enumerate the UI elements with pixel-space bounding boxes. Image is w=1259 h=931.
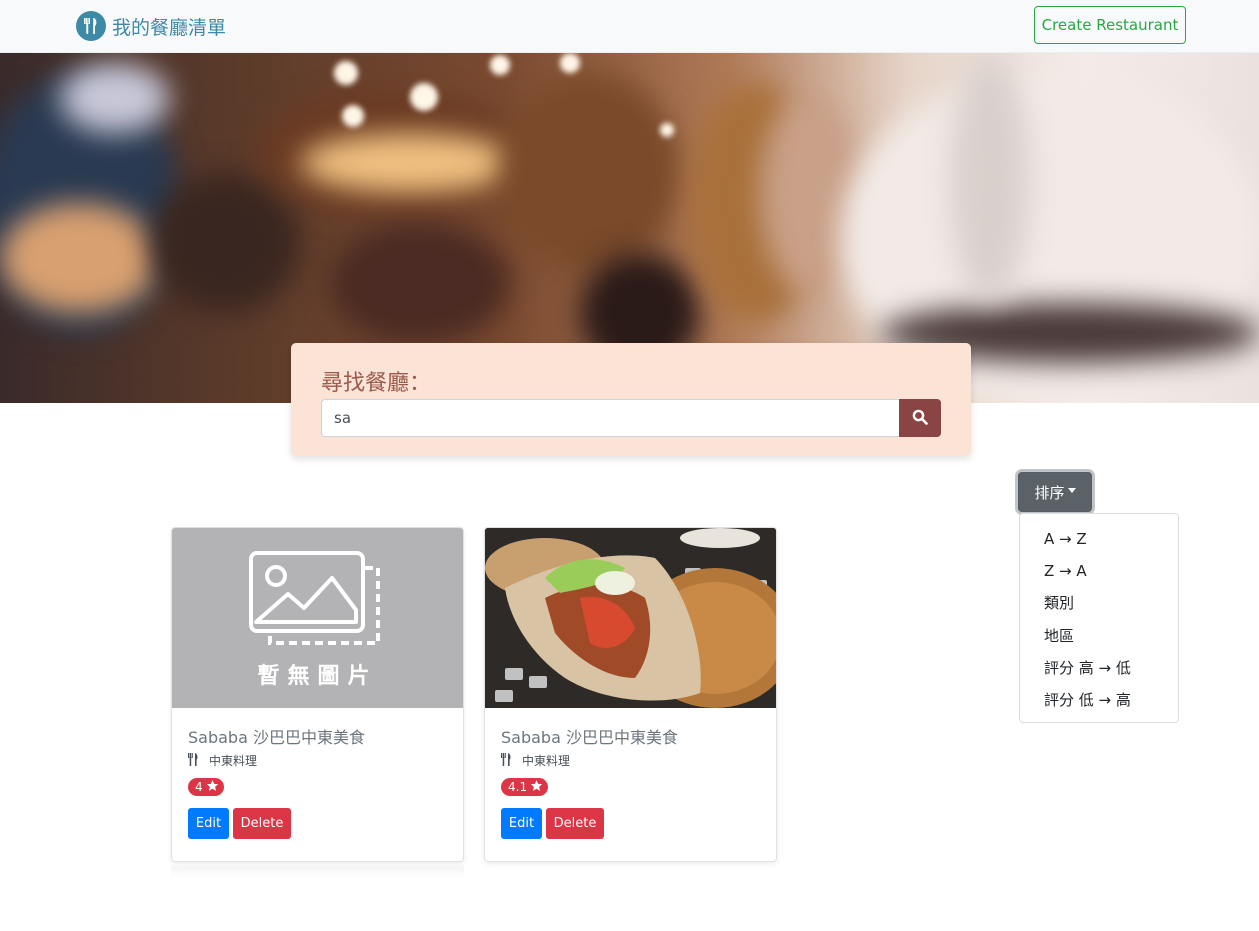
- restaurant-photo: [485, 528, 776, 708]
- search-input[interactable]: [321, 399, 900, 437]
- rating-badge: 4: [188, 778, 224, 796]
- sort-option-rating-asc[interactable]: 評分 低 → 高: [1020, 684, 1178, 716]
- edit-button[interactable]: Edit: [188, 808, 229, 839]
- caret-down-icon: [1067, 487, 1076, 493]
- brand-title: 我的餐廳清單: [112, 16, 227, 39]
- star-icon: [206, 779, 219, 795]
- delete-button[interactable]: Delete: [233, 808, 291, 839]
- sort-dropdown-button[interactable]: 排序: [1018, 472, 1092, 512]
- utensils-icon: [188, 752, 199, 769]
- restaurant-card[interactable]: 暫無圖片 Sababa 沙巴巴中東美食 中東料理 4 Edit Delete: [171, 527, 464, 862]
- category-label: 中東料理: [522, 754, 571, 768]
- sort-dropdown-menu: A → Z Z → A 類別 地區 評分 高 → 低 評分 低 → 高: [1019, 513, 1179, 723]
- search-icon: [912, 409, 928, 428]
- brand-link[interactable]: 我的餐廳清單: [76, 11, 226, 41]
- search-label: 尋找餐廳：: [321, 371, 432, 396]
- restaurant-card[interactable]: Sababa 沙巴巴中東美食 中東料理 4.1 Edit Delete: [484, 527, 777, 862]
- sort-option-rating-desc[interactable]: 評分 高 → 低: [1020, 652, 1178, 684]
- sort-option-category[interactable]: 類別: [1020, 587, 1178, 619]
- delete-button[interactable]: Delete: [546, 808, 604, 839]
- restaurant-category: 中東料理: [188, 752, 449, 769]
- card-body: Sababa 沙巴巴中東美食 中東料理 4 Edit Delete: [188, 724, 449, 839]
- card-body: Sababa 沙巴巴中東美食 中東料理 4.1 Edit Delete: [501, 724, 762, 839]
- restaurant-name: Sababa 沙巴巴中東美食: [501, 728, 678, 747]
- utensils-icon: [76, 11, 106, 41]
- card-actions: Edit Delete: [501, 808, 762, 839]
- card-actions: Edit Delete: [188, 808, 449, 839]
- rating-value: 4.1: [508, 780, 528, 794]
- category-label: 中東料理: [209, 754, 258, 768]
- restaurant-category: 中東料理: [501, 752, 762, 769]
- card-shadow: [171, 866, 464, 878]
- restaurant-name: Sababa 沙巴巴中東美食: [188, 728, 365, 747]
- sort-button-label: 排序: [1034, 483, 1065, 502]
- sort-option-z-a[interactable]: Z → A: [1020, 555, 1178, 587]
- no-image-placeholder: 暫無圖片: [172, 528, 463, 708]
- sort-option-a-z[interactable]: A → Z: [1020, 523, 1178, 555]
- food-photo-icon: [485, 528, 776, 708]
- navbar: 我的餐廳清單 Create Restaurant: [0, 0, 1259, 53]
- edit-button[interactable]: Edit: [501, 808, 542, 839]
- star-icon: [530, 779, 543, 795]
- create-restaurant-button[interactable]: Create Restaurant: [1034, 6, 1186, 44]
- search-panel: 尋找餐廳：: [291, 343, 971, 456]
- sort-option-location[interactable]: 地區: [1020, 620, 1178, 652]
- utensils-icon: [501, 752, 512, 769]
- rating-value: 4: [195, 780, 203, 794]
- rating-badge: 4.1: [501, 778, 549, 796]
- search-button[interactable]: [899, 399, 941, 437]
- image-placeholder-icon: [249, 551, 380, 645]
- no-image-text: 暫無圖片: [257, 664, 378, 689]
